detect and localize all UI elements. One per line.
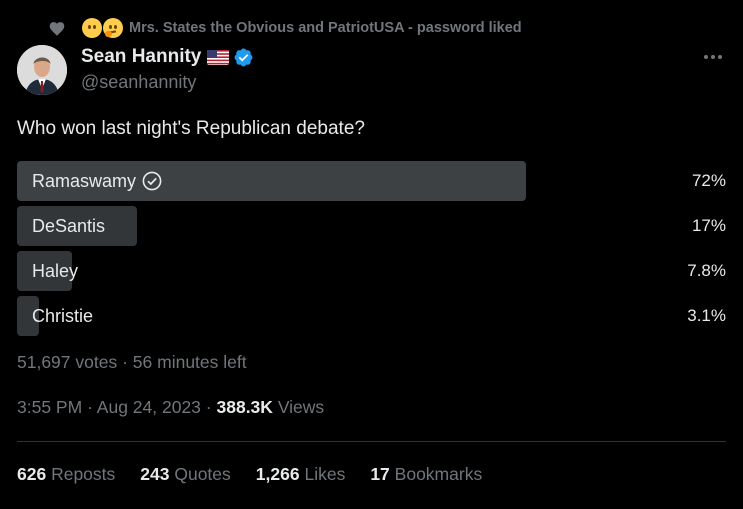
- bookmarks-stat[interactable]: 17 Bookmarks: [370, 464, 482, 485]
- poll-option: DeSantis 17%: [17, 206, 726, 246]
- separator: ·: [205, 397, 212, 417]
- likes-stat[interactable]: 1,266 Likes: [256, 464, 346, 485]
- tweet-date[interactable]: Aug 24, 2023: [97, 397, 201, 417]
- poll-time-left: 56 minutes left: [132, 352, 247, 372]
- poll-option-label: Christie: [32, 305, 94, 326]
- views-count[interactable]: 388.3K: [217, 397, 273, 417]
- poll-votes: 51,697 votes: [17, 352, 118, 372]
- poll-option-percent: 3.1%: [687, 306, 726, 325]
- likes-label: Likes: [304, 464, 346, 484]
- poll-option: Christie 3.1%: [17, 296, 726, 336]
- more-dots-icon: [704, 55, 722, 59]
- separator: ·: [122, 352, 128, 372]
- author-block: Sean Hannity @seanhannity: [81, 45, 254, 93]
- check-circle-icon: [142, 171, 162, 191]
- poll-option-percent: 17%: [691, 216, 726, 235]
- reposts-count: 626: [17, 464, 47, 484]
- poll-option-label: Haley: [32, 260, 79, 281]
- poll-meta: 51,697 votes · 56 minutes left: [17, 352, 247, 373]
- quotes-count: 243: [140, 464, 170, 484]
- quotes-label: Quotes: [174, 464, 231, 484]
- reposts-label: Reposts: [51, 464, 116, 484]
- avatar[interactable]: [17, 45, 67, 95]
- bookmarks-count: 17: [370, 464, 390, 484]
- social-context[interactable]: Mrs. States the Obvious and PatriotUSA -…: [46, 17, 522, 39]
- poll-option-percent: 72%: [691, 171, 726, 190]
- poll-option-label: DeSantis: [32, 215, 106, 236]
- poll-option: Haley 7.8%: [17, 251, 726, 291]
- author-display-name[interactable]: Sean Hannity: [81, 46, 201, 68]
- likes-count: 1,266: [255, 464, 300, 484]
- reposts-stat[interactable]: 626 Reposts: [17, 464, 115, 485]
- tweet-time[interactable]: 3:55 PM: [17, 397, 82, 417]
- tweet-timestamp-row: 3:55 PM · Aug 24, 2023 · 388.3K Views: [17, 397, 324, 418]
- author-handle[interactable]: @seanhannity: [81, 72, 254, 93]
- liker-avatars[interactable]: [82, 18, 123, 38]
- verified-badge-icon[interactable]: [233, 47, 254, 68]
- poll: Ramaswamy 72% DeSantis 17% Haley 7.8% Ch…: [17, 161, 726, 341]
- social-context-text[interactable]: Mrs. States the Obvious and PatriotUSA -…: [129, 20, 522, 36]
- poll-option-percent: 7.8%: [687, 261, 726, 280]
- poll-option-label: Ramaswamy: [32, 170, 137, 191]
- thinking-face-icon: [103, 18, 123, 38]
- quotes-stat[interactable]: 243 Quotes: [140, 464, 231, 485]
- views-label[interactable]: Views: [278, 397, 324, 417]
- separator: ·: [87, 397, 93, 417]
- divider: [17, 441, 726, 442]
- us-flag-icon: [207, 49, 230, 65]
- more-options-button[interactable]: [700, 44, 726, 70]
- heart-icon: [46, 17, 68, 39]
- tweet-text: Who won last night's Republican debate?: [17, 118, 365, 139]
- bookmarks-label: Bookmarks: [394, 464, 483, 484]
- engagement-stats: 626 Reposts 243 Quotes 1,266 Likes 17 Bo…: [17, 464, 507, 485]
- poll-option: Ramaswamy 72%: [17, 161, 726, 201]
- no-mouth-face-icon: [82, 18, 102, 38]
